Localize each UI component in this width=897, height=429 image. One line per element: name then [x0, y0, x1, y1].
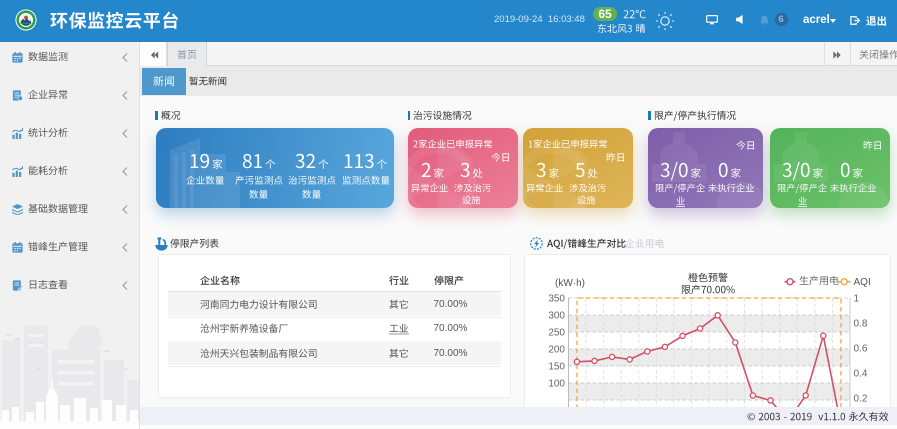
svg-text:200: 200: [548, 345, 565, 356]
svg-text:1: 1: [854, 294, 860, 305]
svg-text:0.4: 0.4: [854, 369, 868, 380]
svg-text:350: 350: [548, 294, 565, 305]
svg-text:(kW·h): (kW·h): [555, 278, 585, 289]
svg-text:0.6: 0.6: [854, 344, 868, 355]
svg-text:0.2: 0.2: [854, 394, 868, 405]
svg-text:150: 150: [548, 362, 565, 373]
svg-text:250: 250: [548, 328, 565, 339]
svg-text:100: 100: [548, 379, 565, 390]
svg-text:300: 300: [548, 311, 565, 322]
svg-text:0.8: 0.8: [854, 319, 868, 330]
svg-text:AQI: AQI: [854, 277, 871, 288]
